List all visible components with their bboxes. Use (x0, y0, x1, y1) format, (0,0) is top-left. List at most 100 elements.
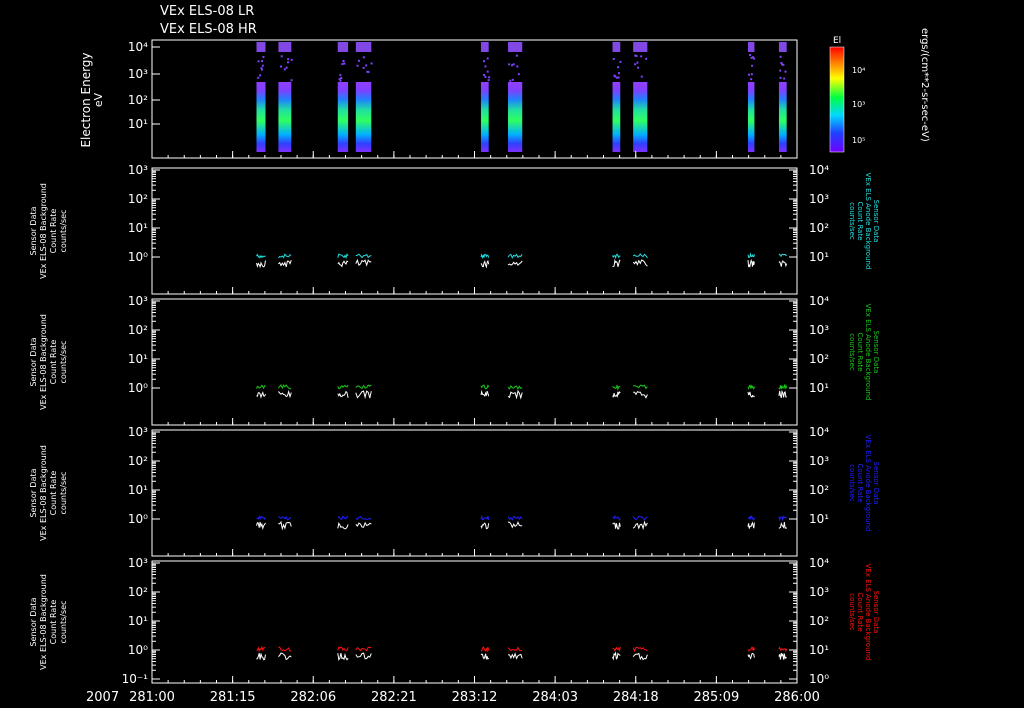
panel-y-label: VEx ELS-08 Background (39, 574, 48, 670)
series-line (480, 646, 490, 653)
series-line (507, 384, 523, 390)
panel-right-label: counts/sec (848, 333, 856, 371)
spectrogram-speck (780, 61, 783, 64)
series-line (778, 515, 787, 522)
spectrogram-speck (516, 65, 519, 68)
left-tick-label: 10⁰ (128, 643, 148, 657)
left-tick-label: 10³ (128, 556, 148, 570)
background-line (747, 258, 755, 268)
right-tick-label: 10⁴ (809, 163, 829, 177)
spectrogram-speck (517, 73, 520, 76)
spectrogram-speck (287, 58, 290, 61)
spectrogram-speck (645, 57, 648, 60)
spectrogram-speck (287, 61, 290, 64)
spectrogram-speck (779, 76, 782, 79)
header-line-2: VEx ELS-08 HR (160, 22, 257, 37)
left-tick-label: 10² (128, 192, 148, 206)
spectrogram-y-tick-label: 10³ (128, 67, 148, 81)
panel-right-label: counts/sec (848, 202, 856, 240)
spectrogram-speck (784, 70, 787, 73)
right-tick-label: 10⁰ (809, 672, 829, 686)
spectrogram-speck (515, 54, 518, 57)
spectrogram-y-tick-label: 10² (128, 93, 148, 107)
spectrogram-speck (511, 78, 514, 81)
background-line (632, 259, 648, 267)
series-line (612, 253, 621, 260)
panel-y-label: VEx ELS-08 Background (39, 445, 48, 541)
background-line (355, 521, 372, 528)
background-line (507, 389, 523, 400)
panel-right-label: Count Rate (856, 332, 864, 371)
spectrogram-speck (260, 67, 263, 70)
series-line (507, 515, 523, 521)
panel-y-label: counts/sec (59, 341, 68, 384)
count-rate-panel: 10³ 10⁴ 10² 10³ 10¹ 10² 10⁰ 10¹ 10⁻¹ 10⁰ Sensor Da… (29, 556, 880, 686)
right-tick-label: 10³ (809, 323, 829, 337)
spectrogram-speck (636, 61, 639, 64)
spectrogram-speck (262, 55, 265, 58)
spectrogram-speck (750, 78, 753, 81)
background-line (256, 652, 266, 661)
background-line (480, 653, 490, 660)
spectrogram-top-band (337, 42, 349, 52)
x-tick-label: 281:15 (210, 690, 256, 705)
spectrogram-block (778, 82, 787, 152)
series-line (355, 646, 372, 652)
background-line (507, 652, 523, 660)
spectrogram-speck (356, 64, 359, 67)
right-tick-label: 10³ (809, 454, 829, 468)
right-tick-label: 10² (809, 352, 829, 366)
series-line (612, 646, 621, 653)
spectrogram-speck (259, 74, 262, 77)
right-tick-label: 10² (809, 483, 829, 497)
series-line (747, 646, 755, 652)
spectrogram-top-band (256, 42, 266, 52)
colorbar-scale (829, 46, 845, 153)
count-rate-panel: 10³ 10⁴10² 10³10¹ 10²10⁰ 10¹Sensor Data VEx E… (29, 294, 880, 426)
colorbar-title: El (833, 36, 841, 46)
spectrogram-speck (637, 66, 640, 69)
series-line (337, 384, 349, 390)
spectrogram-speck (488, 76, 491, 79)
count-rate-panel: 10³ 10⁴10² 10³10¹ 10²10⁰ 10¹Sensor Data VEx E… (29, 163, 880, 295)
panel-frame (151, 298, 798, 426)
spectrogram-speck (511, 64, 514, 67)
spectrogram-block (508, 82, 523, 152)
x-axis-year: 2007 (86, 690, 119, 705)
spectrogram-speck (618, 72, 621, 75)
spectrogram-speck (748, 73, 751, 76)
series-line (256, 645, 266, 653)
background-line (337, 390, 349, 398)
spectrogram-speck (340, 76, 343, 79)
spectrogram-y-tick-label: 10¹ (128, 117, 148, 131)
series-line (278, 253, 292, 259)
left-tick-label: 10⁰ (128, 250, 148, 264)
right-tick-label: 10⁴ (809, 294, 829, 308)
spectrogram-speck (483, 73, 486, 76)
series-line (612, 385, 621, 391)
spectrogram-speck (612, 58, 615, 61)
background-line (612, 522, 621, 530)
spectrogram-speck (362, 66, 365, 69)
spectrogram-speck (339, 74, 342, 77)
series-line (507, 646, 523, 652)
series-line (337, 253, 349, 260)
x-tick-label: 282:21 (371, 690, 417, 705)
right-tick-label: 10¹ (809, 512, 829, 526)
left-tick-label: 10⁻¹ (122, 672, 149, 686)
right-tick-label: 10³ (809, 585, 829, 599)
background-line (747, 391, 755, 398)
spectrogram-speck (783, 77, 786, 80)
background-line (612, 258, 621, 267)
spectrogram-speck (614, 75, 617, 78)
background-line (507, 521, 523, 529)
spectrogram-top-band (747, 42, 755, 52)
series-line (507, 253, 523, 259)
colorbar-unit-label: ergs/(cm**2-sr-sec-eV) (919, 28, 930, 142)
panel-right-label: Sensor Data (872, 331, 880, 374)
spectrogram-speck (486, 70, 489, 73)
panel-right-label: Count Rate (856, 201, 864, 240)
left-tick-label: 10³ (128, 294, 148, 308)
panel-frame (151, 429, 798, 557)
right-tick-label: 10¹ (809, 381, 829, 395)
